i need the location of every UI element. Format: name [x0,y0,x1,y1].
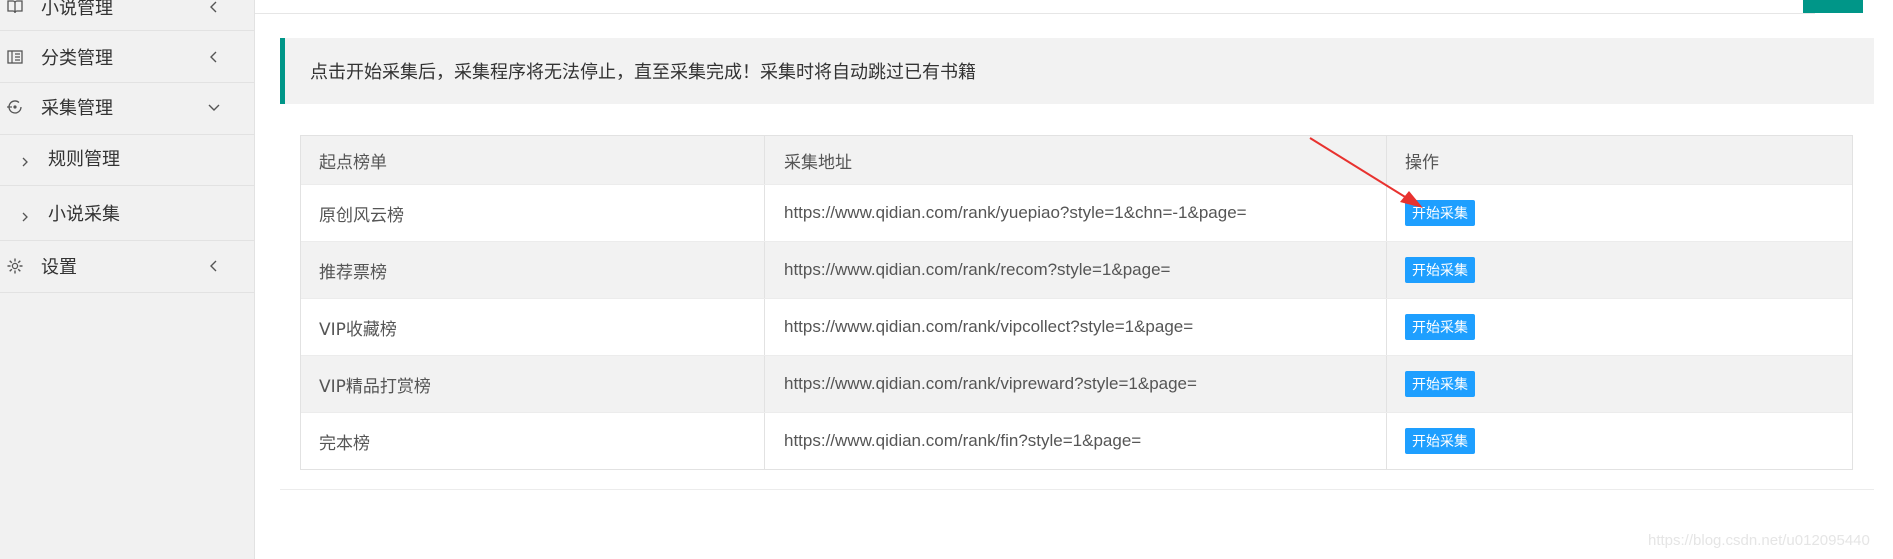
collect-icon [6,98,24,116]
table-row: VIP精品打赏榜 https://www.qidian.com/rank/vip… [301,355,1852,412]
watermark: https://blog.csdn.net/u012095440 [1648,532,1870,549]
chevron-right-icon [20,152,30,167]
sidebar-item-novel-collect[interactable]: 小说采集 [0,200,254,226]
collect-url: https://www.qidian.com/rank/recom?style=… [784,260,1171,279]
sidebar-item-label: 分类管理 [41,48,113,69]
rank-name: 原创风云榜 [319,205,404,226]
rank-name: VIP精品打赏榜 [319,376,431,397]
action-cell: 开始采集 [1405,185,1475,241]
sidebar-item-label: 设置 [41,257,77,278]
rank-name: VIP收藏榜 [319,319,397,340]
collect-url: https://www.qidian.com/rank/fin?style=1&… [784,431,1142,450]
chevron-left-icon [206,49,222,65]
table-row: 推荐票榜 https://www.qidian.com/rank/recom?s… [301,241,1852,298]
sidebar-item-novel-management[interactable]: 小说管理 [0,0,254,19]
action-cell: 开始采集 [1405,299,1475,355]
sidebar-item-rule-management[interactable]: 规则管理 [0,145,254,171]
sidebar-item-label: 规则管理 [48,149,120,170]
book-icon [6,0,24,16]
chevron-right-icon [20,207,30,222]
start-collect-button[interactable]: 开始采集 [1405,257,1475,283]
chevron-left-icon [206,258,222,274]
gear-icon [6,257,24,275]
category-icon [6,48,24,66]
rank-name: 完本榜 [319,433,370,454]
collect-url: https://www.qidian.com/rank/vipreward?st… [784,374,1197,393]
action-cell: 开始采集 [1405,242,1475,298]
rank-table: 起点榜单 采集地址 操作 原创风云榜 https://www.qidian.co… [300,135,1853,470]
column-header-action: 操作 [1405,152,1439,173]
header-divider [255,13,1815,14]
chevron-down-icon [206,99,222,115]
table-row: 完本榜 https://www.qidian.com/rank/fin?styl… [301,412,1852,469]
collect-url: https://www.qidian.com/rank/vipcollect?s… [784,317,1194,336]
start-collect-button[interactable]: 开始采集 [1405,200,1475,226]
notice-text: 点击开始采集后，采集程序将无法停止，直至采集完成！采集时将自动跳过已有书籍 [310,62,976,83]
divider [0,82,254,83]
start-collect-button[interactable]: 开始采集 [1405,428,1475,454]
rank-name: 推荐票榜 [319,262,387,283]
notice-banner: 点击开始采集后，采集程序将无法停止，直至采集完成！采集时将自动跳过已有书籍 [280,38,1874,104]
action-cell: 开始采集 [1405,356,1475,412]
column-header-rank: 起点榜单 [319,152,387,173]
sidebar-item-label: 小说采集 [48,204,120,225]
action-cell: 开始采集 [1405,413,1475,469]
chevron-left-icon [206,0,222,15]
divider [0,292,254,293]
sidebar-item-settings[interactable]: 设置 [0,253,254,279]
sidebar-item-label: 小说管理 [41,0,113,19]
sidebar: 小说管理 分类管理 采集管理 规则管理 小说采集 设置 [0,0,255,559]
column-header-url: 采集地址 [784,152,852,173]
table-row: 原创风云榜 https://www.qidian.com/rank/yuepia… [301,184,1852,241]
divider [0,185,254,186]
table-header-row: 起点榜单 采集地址 操作 [301,136,1852,184]
collect-url: https://www.qidian.com/rank/yuepiao?styl… [784,203,1247,222]
divider [0,30,254,31]
sidebar-item-label: 采集管理 [41,98,113,119]
sidebar-item-category-management[interactable]: 分类管理 [0,44,254,70]
divider [0,134,254,135]
sidebar-item-collect-management[interactable]: 采集管理 [0,94,254,120]
table-row: VIP收藏榜 https://www.qidian.com/rank/vipco… [301,298,1852,355]
start-collect-button[interactable]: 开始采集 [1405,314,1475,340]
divider [0,240,254,241]
start-collect-button[interactable]: 开始采集 [1405,371,1475,397]
header-accent-button[interactable] [1803,0,1863,13]
